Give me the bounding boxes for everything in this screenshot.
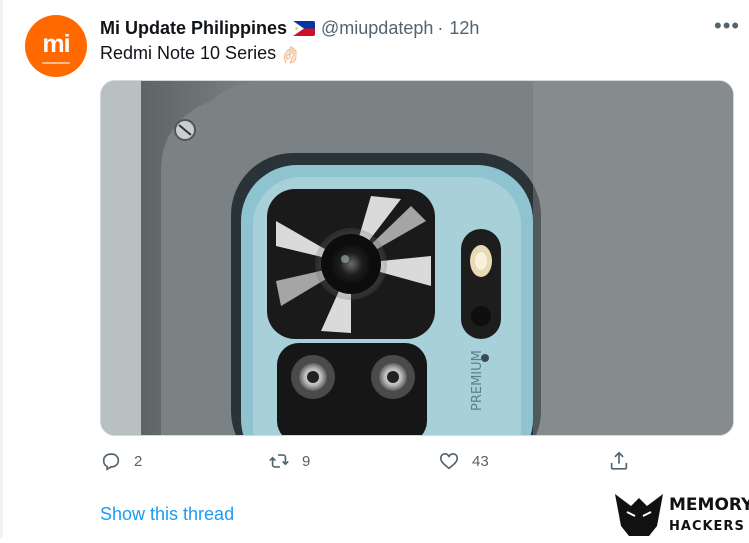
tweet-header: Mi Update Philippines @miupdateph · 12h <box>100 16 479 40</box>
author-name[interactable]: Mi Update Philippines <box>100 18 287 39</box>
more-icon[interactable]: ••• <box>714 15 740 37</box>
tweet-actions: 2 9 43 <box>100 450 660 476</box>
premium-engraving: PREMIUM <box>470 350 485 411</box>
left-edge <box>0 0 3 538</box>
ok-hand-icon <box>282 44 300 64</box>
ph-flag-icon <box>293 20 316 36</box>
tweet-text: Redmi Note 10 Series <box>100 43 300 64</box>
author-handle[interactable]: @miupdateph <box>321 18 433 39</box>
avatar-sub-mark <box>42 61 70 64</box>
avatar[interactable]: mi <box>25 15 87 77</box>
watermark-line2: HACKERS <box>669 519 745 534</box>
reply-count: 2 <box>134 452 143 470</box>
share-button[interactable] <box>608 450 630 472</box>
show-thread-link[interactable]: Show this thread <box>100 504 234 525</box>
like-icon <box>439 453 459 470</box>
retweet-count: 9 <box>302 452 311 470</box>
like-button[interactable]: 43 <box>438 450 489 472</box>
memory-hackers-watermark: MEMORY HACKERS <box>613 486 749 538</box>
retweet-icon <box>269 454 289 468</box>
phone-camera-photo: PREMIUM <box>101 81 733 435</box>
share-icon <box>610 451 628 470</box>
reply-button[interactable]: 2 <box>100 450 142 472</box>
reply-icon <box>102 453 120 471</box>
like-count: 43 <box>472 452 489 470</box>
retweet-button[interactable]: 9 <box>268 450 310 472</box>
separator-dot: · <box>437 17 444 38</box>
tweet-time[interactable]: 12h <box>449 18 479 39</box>
memory-hackers-logo: MEMORY HACKERS <box>615 494 749 536</box>
watermark-line1: MEMORY <box>669 495 749 515</box>
tweet-text-body: Redmi Note 10 Series <box>100 43 277 63</box>
avatar-logo: mi <box>42 29 70 58</box>
tweet-image[interactable]: PREMIUM <box>100 80 734 436</box>
